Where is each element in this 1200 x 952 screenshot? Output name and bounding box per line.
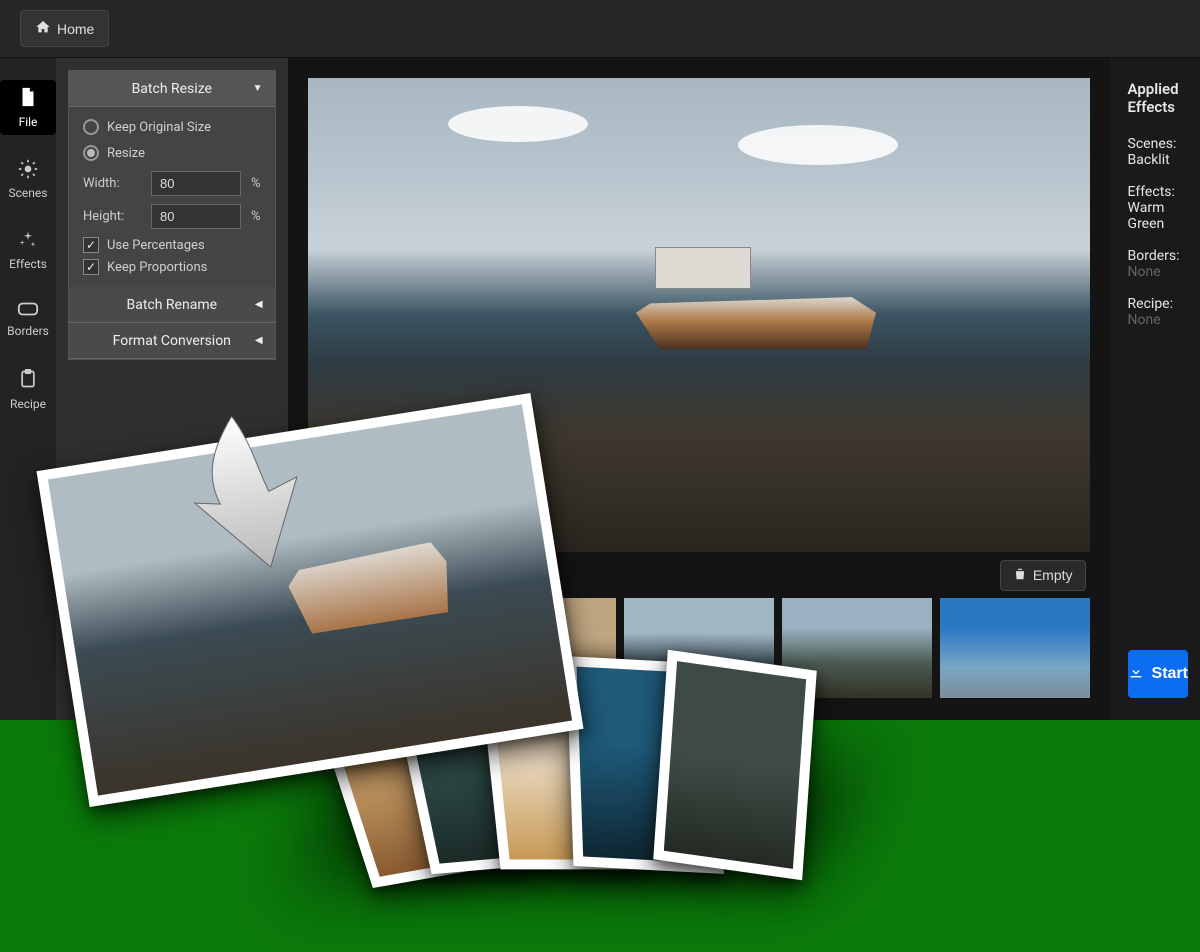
options-panel: Batch Resize ▼ Keep Original Size Resize… [56,58,288,720]
radio-resize[interactable]: Resize [83,145,261,161]
boat-decoration [636,239,876,349]
borders-label: Borders: [1128,248,1188,264]
tab-recipe[interactable]: Recipe [0,362,56,417]
recipe-row: Recipe: None [1128,296,1188,328]
section-format-conversion[interactable]: Format Conversion ◀ [69,323,275,359]
tab-label: File [19,115,38,129]
scenes-row: Scenes: Backlit [1128,136,1188,168]
preview-image [308,78,1090,552]
file-icon [17,86,39,111]
check-label: Use Percentages [107,238,205,253]
preview-pane: + Add Images Total 12 pieces Empty [288,58,1110,720]
pct-symbol: % [251,209,261,224]
tab-label: Effects [9,257,47,271]
pct-symbol: % [251,176,261,191]
empty-label: Empty [1033,567,1073,583]
cloud-decoration [448,106,588,142]
thumbnail-bar: + Add Images Total 12 pieces Empty [308,552,1090,598]
thumbnail[interactable] [308,598,458,698]
empty-button[interactable]: Empty [1000,560,1086,591]
tab-label: Scenes [9,186,48,200]
add-images-label: + Add Images [312,567,398,583]
sparkle-icon [18,230,38,253]
section-batch-resize[interactable]: Batch Resize ▼ [69,71,275,107]
thumbnail[interactable] [624,598,774,698]
tab-borders[interactable]: Borders [0,295,56,344]
thumbnail[interactable] [782,598,932,698]
download-icon [1128,664,1144,685]
tab-label: Recipe [10,397,46,411]
cloud-decoration [738,125,898,165]
add-images-button[interactable]: + Add Images [312,567,398,583]
start-label: Start [1152,665,1188,683]
check-use-percentages[interactable]: ✓ Use Percentages [83,237,261,253]
trash-icon [1013,567,1027,584]
tab-scenes[interactable]: Scenes [0,153,56,206]
borders-row: Borders: None [1128,248,1188,280]
thumbnail[interactable] [466,598,616,698]
border-icon [17,301,39,320]
recipe-label: Recipe: [1128,296,1188,312]
sun-icon [18,159,38,182]
radio-icon [83,145,99,161]
top-bar: Home [0,0,1200,58]
width-row: Width: % [83,171,261,196]
radio-icon [83,119,99,135]
checkbox-icon: ✓ [83,237,99,253]
checkbox-icon: ✓ [83,259,99,275]
height-input[interactable] [151,204,241,229]
radio-keep-original[interactable]: Keep Original Size [83,119,261,135]
section-batch-rename[interactable]: Batch Rename ◀ [69,287,275,323]
tab-file[interactable]: File [0,80,56,135]
tab-label: Borders [7,324,49,338]
scenes-value: Backlit [1128,152,1188,168]
width-label: Width: [83,176,141,191]
chevron-left-icon: ◀ [255,299,263,310]
section-title: Batch Resize [132,81,212,97]
scenes-label: Scenes: [1128,136,1188,152]
panel-box: Batch Resize ▼ Keep Original Size Resize… [68,70,276,360]
width-input[interactable] [151,171,241,196]
thumbnail[interactable] [940,598,1090,698]
height-row: Height: % [83,204,261,229]
home-button[interactable]: Home [20,10,109,47]
home-icon [35,19,51,38]
effects-label: Effects: [1128,184,1188,200]
section-title: Format Conversion [113,333,231,349]
borders-value: None [1128,264,1188,280]
main-area: File Scenes Effects Borders [0,58,1200,720]
effects-row: Effects: Warm Green [1128,184,1188,232]
info-panel: Applied Effects Scenes: Backlit Effects:… [1110,58,1200,720]
check-keep-proportions[interactable]: ✓ Keep Proportions [83,259,261,275]
effects-value: Warm Green [1128,200,1188,232]
clipboard-icon [18,368,38,393]
recipe-value: None [1128,312,1188,328]
chevron-down-icon: ▼ [253,83,263,94]
side-tabs: File Scenes Effects Borders [0,58,56,720]
section-title: Batch Rename [127,297,218,313]
tab-effects[interactable]: Effects [0,224,56,277]
home-label: Home [57,21,94,37]
app-window: Home File Scenes Effects [0,0,1200,720]
total-count: Total 12 pieces [416,566,524,585]
batch-resize-body: Keep Original Size Resize Width: % Heigh… [69,107,275,287]
check-label: Keep Proportions [107,260,207,275]
height-label: Height: [83,209,141,224]
chevron-left-icon: ◀ [255,335,263,346]
radio-label: Resize [107,146,145,161]
start-button[interactable]: Start [1128,650,1188,698]
thumbnail-row [308,598,1090,708]
applied-effects-title: Applied Effects [1128,80,1188,116]
radio-label: Keep Original Size [107,120,211,135]
